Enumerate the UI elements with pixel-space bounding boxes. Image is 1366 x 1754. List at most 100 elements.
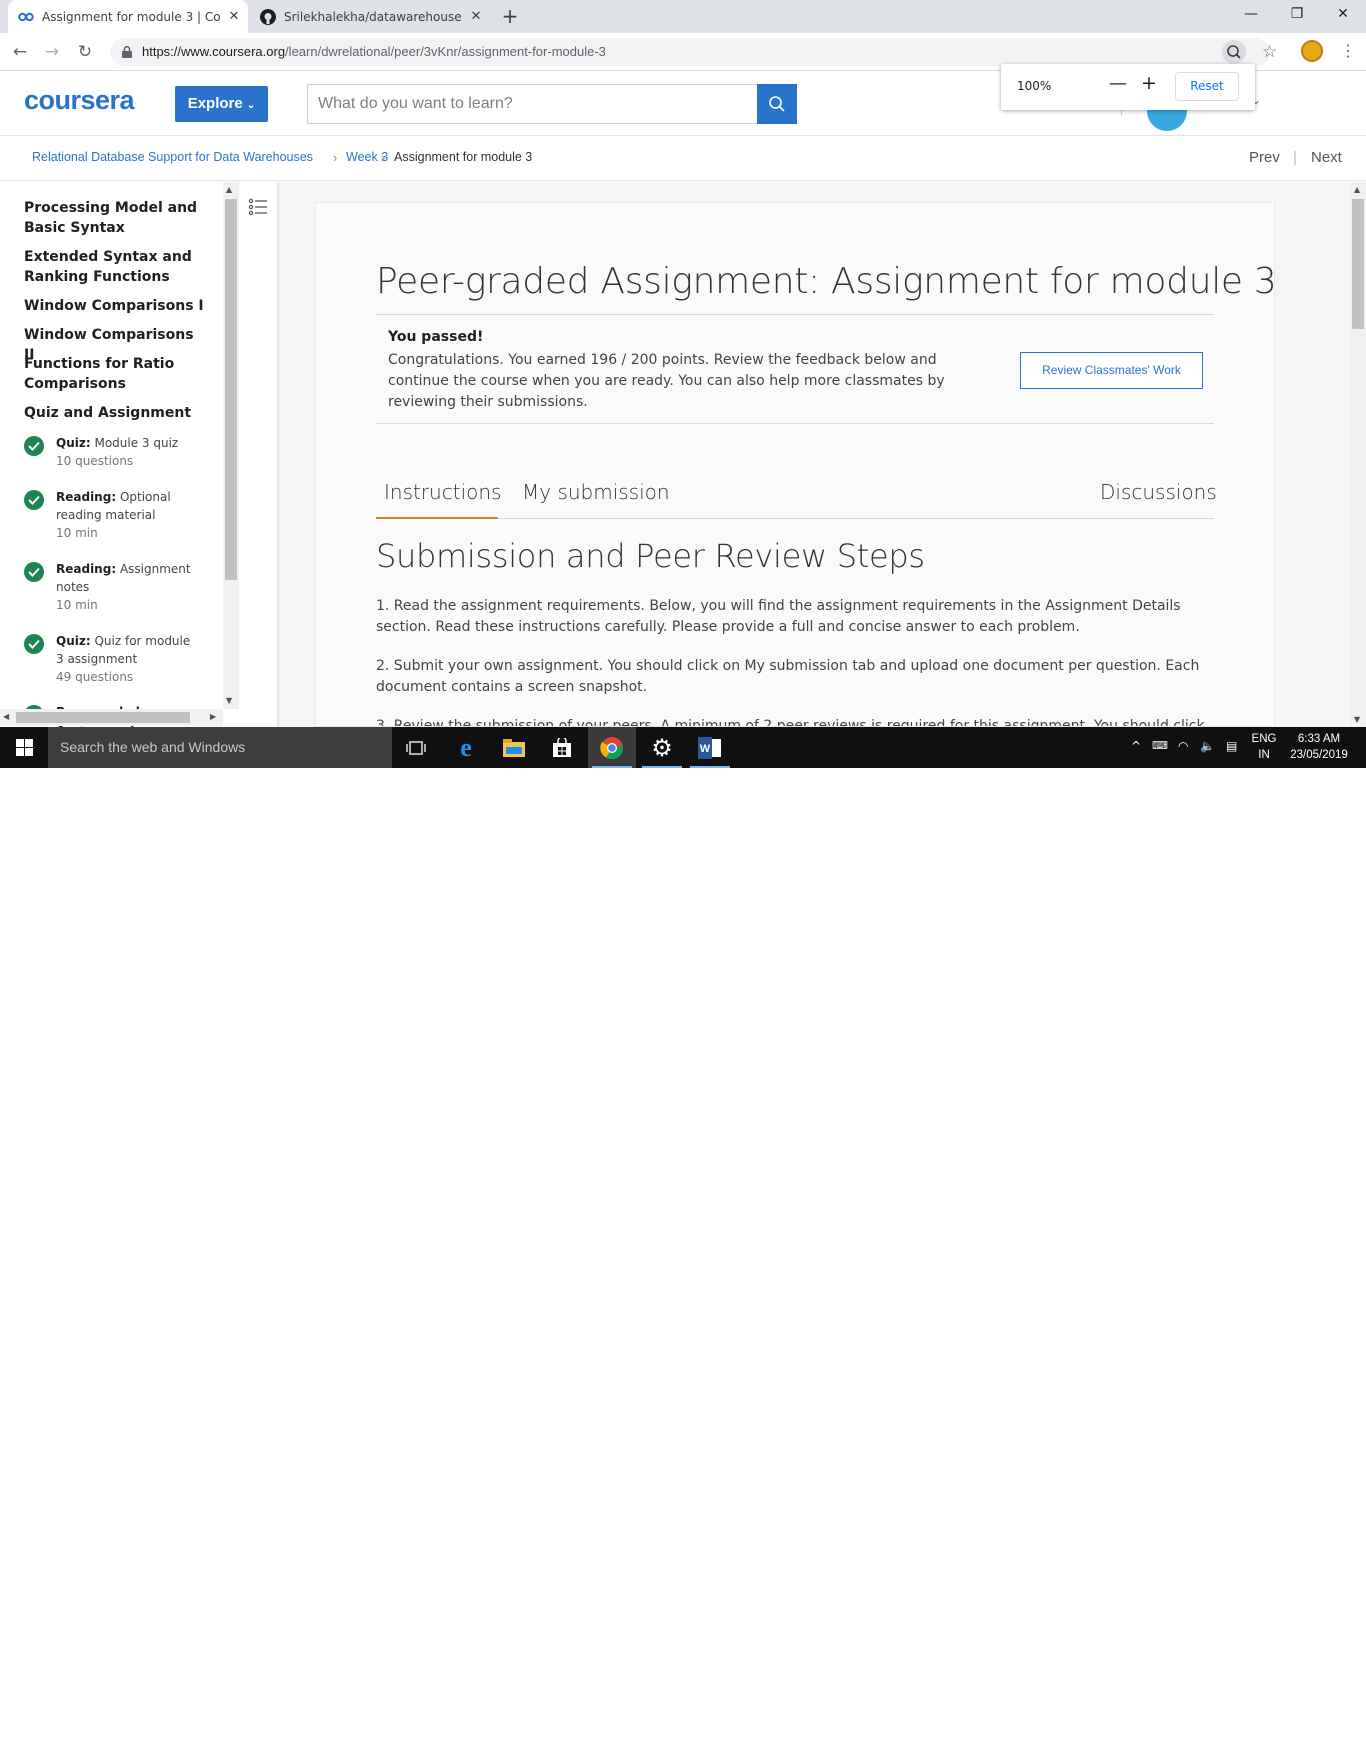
store-icon[interactable]: [538, 727, 586, 768]
scroll-down-icon[interactable]: ▼: [226, 696, 232, 705]
scroll-down-icon[interactable]: ▼: [1354, 715, 1360, 724]
check-icon: [24, 436, 44, 456]
minimize-button[interactable]: —: [1228, 0, 1274, 30]
coursera-logo[interactable]: coursera: [24, 85, 135, 116]
tab-title: Srilekhalekha/datawarehousecou: [284, 9, 462, 24]
language-indicator[interactable]: ENG IN: [1250, 731, 1278, 763]
chevron-right-icon: ›: [381, 150, 386, 165]
divider: [376, 423, 1214, 424]
sidebar-item-meta: 10 min: [56, 598, 98, 612]
windows-logo-icon: [15, 739, 33, 756]
sidebar-scrollbar[interactable]: ▲ ▼: [223, 182, 239, 709]
profile-avatar-icon[interactable]: [1301, 40, 1323, 62]
volume-icon[interactable]: 🔈: [1200, 739, 1215, 753]
browser-tab-coursera[interactable]: Assignment for module 3 | Cours ✕: [8, 0, 248, 33]
sidebar-lesson[interactable]: Extended Syntax and Ranking Functions: [24, 247, 204, 287]
zoom-popup: 100% — + Reset: [1001, 64, 1255, 110]
sidebar-item-meta: 49 questions: [56, 670, 134, 684]
keyboard-icon[interactable]: ⌨: [1152, 739, 1168, 752]
scrollbar-thumb[interactable]: [16, 712, 190, 723]
bookmark-star-icon[interactable]: ☆: [1262, 42, 1277, 62]
windows-taskbar: Search the web and Windows e ⚙ W ^ ⌨ ◠ 🔈…: [0, 727, 1366, 768]
lock-icon: [122, 46, 132, 58]
list-icon: [248, 198, 267, 216]
instruction-paragraph: 2. Submit your own assignment. You shoul…: [376, 658, 1200, 695]
prev-next-separator: |: [1293, 149, 1297, 166]
passed-heading: You passed!: [388, 329, 484, 345]
tray-chevron-up-icon[interactable]: ^: [1131, 739, 1141, 753]
close-window-button[interactable]: ✕: [1320, 0, 1366, 30]
search-field[interactable]: [307, 84, 757, 124]
tab-my-submission[interactable]: My submission: [522, 480, 670, 504]
svg-text:W: W: [700, 743, 711, 755]
sidebar-item-meta: 10 questions: [56, 454, 134, 468]
tab-discussions[interactable]: Discussions: [1100, 480, 1217, 504]
next-link[interactable]: Next: [1311, 149, 1342, 166]
sidebar-item-label: Quiz: Module 3 quiz: [56, 436, 179, 450]
taskbar-clock[interactable]: 6:33 AM 23/05/2019: [1283, 731, 1355, 763]
search-button[interactable]: [757, 84, 797, 124]
sidebar-item-label: Reading: Assignment notes: [56, 562, 191, 594]
start-button[interactable]: [0, 727, 48, 768]
word-icon[interactable]: W: [686, 727, 734, 768]
chevron-right-icon: ›: [333, 150, 338, 165]
scrollbar-thumb[interactable]: [225, 199, 237, 580]
section-title: Submission and Peer Review Steps: [376, 537, 925, 575]
page-title: Peer-graded Assignment: Assignment for m…: [376, 261, 1275, 302]
main-scrollbar[interactable]: ▲ ▼: [1350, 182, 1366, 727]
scrollbar-thumb[interactable]: [1352, 199, 1364, 329]
active-tab-indicator: [376, 517, 498, 519]
edge-browser-icon[interactable]: e: [442, 727, 490, 768]
check-icon: [24, 634, 44, 654]
more-menu-icon[interactable]: ⋮: [1340, 41, 1356, 60]
close-tab-icon[interactable]: ✕: [468, 9, 484, 24]
restore-button[interactable]: ❐: [1274, 0, 1320, 30]
instruction-paragraph: 1. Read the assignment requirements. Bel…: [376, 598, 1181, 635]
browser-tab-strip: Assignment for module 3 | Cours ✕ Srilek…: [0, 0, 1366, 33]
address-bar[interactable]: https://www.coursera.org/learn/dwrelatio…: [110, 38, 1270, 66]
taskbar-search[interactable]: Search the web and Windows: [48, 727, 392, 768]
search-input[interactable]: [308, 85, 757, 123]
back-arrow-icon[interactable]: ←: [10, 42, 30, 62]
scroll-up-icon[interactable]: ▲: [1354, 185, 1360, 194]
sidebar-lesson[interactable]: Functions for Ratio Comparisons: [24, 354, 204, 394]
sidebar-lesson[interactable]: Window Comparisons I: [24, 296, 204, 316]
task-view-icon[interactable]: [392, 727, 440, 768]
notification-icon[interactable]: ▤: [1226, 739, 1237, 753]
browser-tab-github[interactable]: Srilekhalekha/datawarehousecou ✕: [250, 0, 490, 33]
github-icon: [260, 8, 276, 25]
prev-link[interactable]: Prev: [1249, 149, 1280, 166]
chrome-icon[interactable]: [588, 727, 636, 768]
review-classmates-button[interactable]: Review Classmates' Work: [1020, 352, 1203, 389]
toc-toggle-button[interactable]: [243, 192, 275, 224]
zoom-icon[interactable]: [1222, 40, 1246, 64]
reload-icon[interactable]: ↻: [75, 42, 95, 62]
zoom-reset-button[interactable]: Reset: [1175, 72, 1239, 101]
zoom-in-button[interactable]: +: [1141, 72, 1157, 94]
url-text: https://www.coursera.org/learn/dwrelatio…: [142, 44, 606, 59]
sidebar-horizontal-scrollbar[interactable]: ◀ ▶: [0, 709, 223, 726]
settings-gear-icon[interactable]: ⚙: [638, 727, 686, 768]
explore-button[interactable]: Explore ⌄: [175, 86, 268, 122]
wifi-icon[interactable]: ◠: [1178, 739, 1188, 753]
toc-strip: [239, 182, 279, 727]
scroll-right-icon[interactable]: ▶: [210, 712, 216, 721]
sidebar-item-label: Reading: Optional reading material: [56, 490, 171, 522]
tab-title: Assignment for module 3 | Cours: [42, 9, 220, 24]
new-tab-button[interactable]: +: [498, 5, 522, 29]
scroll-left-icon[interactable]: ◀: [3, 712, 9, 721]
breadcrumb-current: Assignment for module 3: [394, 150, 533, 164]
sidebar-lesson[interactable]: Processing Model and Basic Syntax: [24, 198, 204, 238]
file-explorer-icon[interactable]: [490, 727, 538, 768]
check-icon: [24, 490, 44, 510]
scroll-up-icon[interactable]: ▲: [226, 185, 232, 194]
divider: [376, 314, 1214, 315]
forward-arrow-icon[interactable]: →: [42, 42, 62, 62]
close-tab-icon[interactable]: ✕: [226, 9, 242, 24]
sidebar-item-meta: 10 min: [56, 526, 98, 540]
breadcrumb-course-link[interactable]: Relational Database Support for Data War…: [32, 150, 313, 164]
tab-instructions[interactable]: Instructions: [384, 480, 501, 504]
chevron-down-icon: ⌄: [246, 100, 256, 111]
zoom-out-button[interactable]: —: [1109, 73, 1127, 94]
sidebar-lesson[interactable]: Quiz and Assignment: [24, 403, 204, 423]
